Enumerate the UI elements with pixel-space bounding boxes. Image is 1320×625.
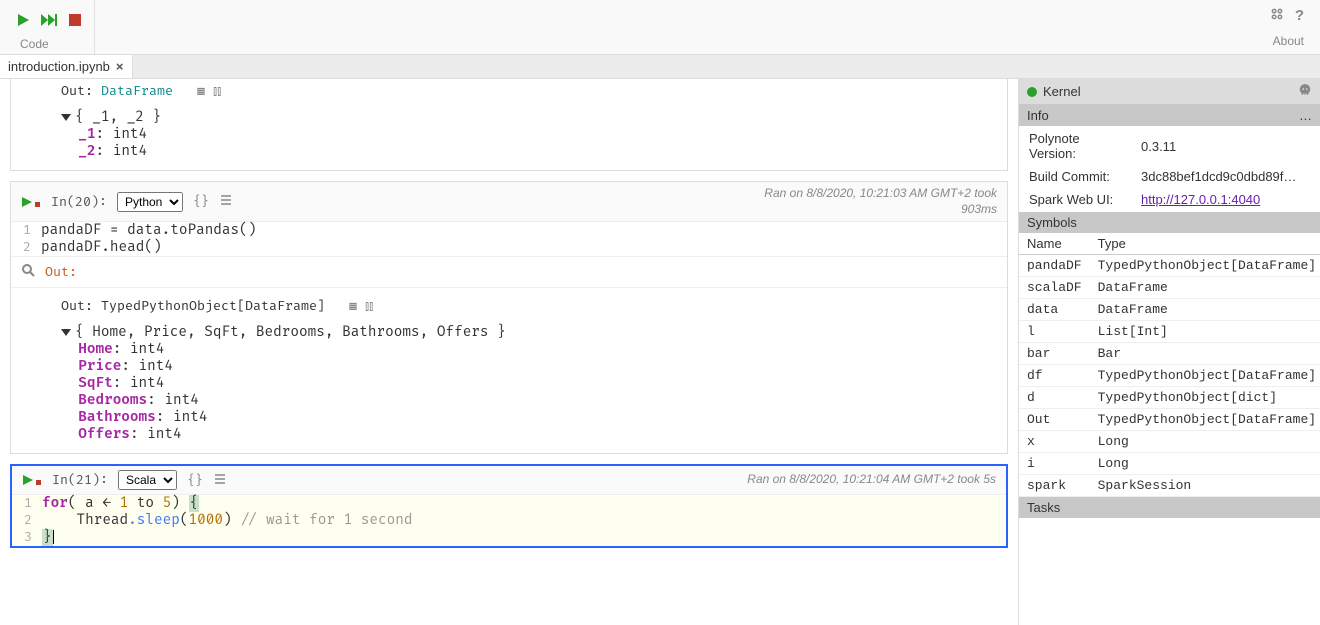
toolbar-right: ? About	[1269, 7, 1310, 48]
symbol-type: DataFrame	[1090, 299, 1320, 321]
help-icon[interactable]: ?	[1295, 7, 1304, 24]
symbol-name: Out	[1019, 409, 1090, 431]
cell-20-header: In(20): Python {} Ran on 8/8/2020, 10:21…	[11, 182, 1007, 222]
cell-prev-output: Out: DataFrame ▦ ⫾⫾ { _1, _2 } _1: int4 …	[10, 79, 1008, 171]
braces-icon[interactable]: {}	[193, 193, 209, 210]
symbol-name: bar	[1019, 343, 1090, 365]
symbol-row[interactable]: iLong	[1019, 453, 1320, 475]
symbol-type: TypedPythonObject[DataFrame]	[1090, 255, 1320, 277]
collapse-icon[interactable]	[61, 329, 71, 336]
stop-icon[interactable]	[66, 11, 84, 29]
out-line: Out: DataFrame ▦ ⫾⫾	[11, 79, 1007, 103]
cell-20-out2: Out: TypedPythonObject[DataFrame] ▦ ⫾⫾	[11, 287, 1007, 318]
in-label: In(20):	[51, 194, 107, 210]
symbol-row[interactable]: barBar	[1019, 343, 1320, 365]
symbol-name: scalaDF	[1019, 277, 1090, 299]
symbol-row[interactable]: dfTypedPythonObject[DataFrame]	[1019, 365, 1320, 387]
tab-label: introduction.ipynb	[8, 59, 110, 74]
search-icon[interactable]	[21, 263, 35, 281]
top-toolbar: Code ? About	[0, 0, 1320, 55]
braces-icon[interactable]: {}	[187, 472, 203, 489]
symbol-row[interactable]: xLong	[1019, 431, 1320, 453]
text-cursor	[53, 530, 54, 544]
menu-icon[interactable]	[213, 472, 227, 489]
info-section-header[interactable]: Info …	[1019, 105, 1320, 126]
run-all-icon[interactable]	[40, 11, 58, 29]
symbols-section-header[interactable]: Symbols	[1019, 212, 1320, 233]
symbol-name: spark	[1019, 475, 1090, 497]
language-select[interactable]: Scala	[118, 470, 177, 490]
settings-icon[interactable]	[1269, 7, 1285, 24]
out-type: DataFrame	[101, 83, 173, 99]
tab-bar: introduction.ipynb ×	[0, 55, 1320, 79]
commit-value: 3dc88bef1dcd9c0dbd89f…	[1133, 166, 1318, 187]
chart-icon[interactable]: ⫾⫾	[365, 298, 373, 314]
symbol-row[interactable]: dTypedPythonObject[dict]	[1019, 387, 1320, 409]
symbol-name: d	[1019, 387, 1090, 409]
table-icon[interactable]: ▦	[197, 83, 205, 99]
close-tab-icon[interactable]: ×	[116, 59, 124, 74]
symbol-type: TypedPythonObject[DataFrame]	[1090, 409, 1320, 431]
symbol-type: Long	[1090, 453, 1320, 475]
toolbar-group-label: Code	[20, 37, 49, 51]
symbol-type: DataFrame	[1090, 277, 1320, 299]
chart-icon[interactable]: ⫾⫾	[213, 83, 221, 99]
symbol-type: Long	[1090, 431, 1320, 453]
menu-icon[interactable]	[219, 193, 233, 210]
version-value: 0.3.11	[1133, 128, 1318, 164]
tasks-section-header[interactable]: Tasks	[1019, 497, 1320, 518]
symbol-name: x	[1019, 431, 1090, 453]
cell-run-icon[interactable]	[22, 474, 42, 486]
kernel-status-icon	[1027, 87, 1037, 97]
about-link[interactable]: About	[1273, 34, 1304, 48]
symbol-type: TypedPythonObject[dict]	[1090, 387, 1320, 409]
run-info: Ran on 8/8/2020, 10:21:04 AM GMT+2 took …	[747, 472, 996, 488]
skull-icon[interactable]	[1298, 83, 1312, 100]
notebook-area: Out: DataFrame ▦ ⫾⫾ { _1, _2 } _1: int4 …	[0, 79, 1018, 625]
cell-run-icon[interactable]	[21, 196, 41, 208]
cell-20: In(20): Python {} Ran on 8/8/2020, 10:21…	[10, 181, 1008, 454]
symbol-name: l	[1019, 321, 1090, 343]
code-editor-21[interactable]: 1for( a ← 1 to 5) { 2 Thread.sleep(1000)…	[12, 495, 1006, 546]
symbol-row[interactable]: OutTypedPythonObject[DataFrame]	[1019, 409, 1320, 431]
symbol-type: List[Int]	[1090, 321, 1320, 343]
symbol-type: Bar	[1090, 343, 1320, 365]
spark-ui-link[interactable]: http://127.0.0.1:4040	[1141, 192, 1260, 207]
symbol-name: data	[1019, 299, 1090, 321]
out-type2: TypedPythonObject[DataFrame]	[101, 298, 325, 314]
language-select[interactable]: Python	[117, 192, 183, 212]
table-icon[interactable]: ▦	[349, 298, 357, 314]
notebook-tab[interactable]: introduction.ipynb ×	[0, 55, 133, 78]
cell-21-header: In(21): Scala {} Ran on 8/8/2020, 10:21:…	[12, 466, 1006, 495]
ellipsis-icon[interactable]: …	[1299, 108, 1312, 123]
symbol-row[interactable]: sparkSparkSession	[1019, 475, 1320, 497]
schema-block: { _1, _2 } _1: int4 _2: int4	[11, 103, 1007, 170]
symbols-table: NameType pandaDFTypedPythonObject[DataFr…	[1019, 233, 1320, 497]
symbol-name: pandaDF	[1019, 255, 1090, 277]
kernel-panel: Kernel Info … Polynote Version:0.3.11 Bu…	[1018, 79, 1320, 625]
symbol-name: df	[1019, 365, 1090, 387]
schema-block-20: { Home, Price, SqFt, Bedrooms, Bathrooms…	[11, 318, 1007, 453]
symbol-name: i	[1019, 453, 1090, 475]
run-info: Ran on 8/8/2020, 10:21:03 AM GMT+2 took9…	[764, 186, 997, 217]
info-table: Polynote Version:0.3.11 Build Commit:3dc…	[1019, 126, 1320, 212]
code-editor[interactable]: 1pandaDF = data.toPandas() 2pandaDF.head…	[11, 222, 1007, 256]
symbol-type: TypedPythonObject[DataFrame]	[1090, 365, 1320, 387]
symbol-row[interactable]: dataDataFrame	[1019, 299, 1320, 321]
toolbar-code-group: Code	[10, 0, 95, 54]
out-label: Out:	[45, 264, 77, 280]
symbol-type: SparkSession	[1090, 475, 1320, 497]
collapse-icon[interactable]	[61, 114, 71, 121]
in-label: In(21):	[52, 472, 108, 488]
symbol-row[interactable]: lList[Int]	[1019, 321, 1320, 343]
cell-20-out1: Out:	[11, 256, 1007, 287]
symbol-row[interactable]: pandaDFTypedPythonObject[DataFrame]	[1019, 255, 1320, 277]
cell-21: In(21): Scala {} Ran on 8/8/2020, 10:21:…	[10, 464, 1008, 548]
kernel-header: Kernel	[1019, 79, 1320, 105]
run-icon[interactable]	[14, 11, 32, 29]
symbol-row[interactable]: scalaDFDataFrame	[1019, 277, 1320, 299]
